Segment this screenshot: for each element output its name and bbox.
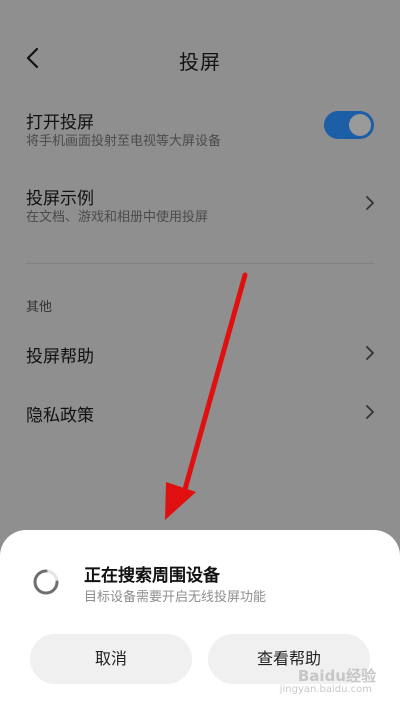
setting-row-cast-examples[interactable]: 投屏示例 在文档、游戏和相册中使用投屏 — [0, 176, 400, 236]
page-title: 投屏 — [179, 50, 221, 74]
enable-cast-toggle[interactable] — [324, 111, 374, 139]
chevron-right-icon — [366, 196, 374, 210]
watermark-logo: Baidu经验 — [297, 667, 376, 685]
divider — [26, 263, 374, 264]
section-label-other: 其他 — [26, 300, 53, 315]
cancel-button[interactable]: 取消 — [30, 634, 192, 684]
chevron-right-icon — [366, 405, 374, 419]
toggle-knob — [349, 114, 371, 136]
sheet-subtitle: 目标设备需要开启无线投屏功能 — [84, 590, 267, 605]
setting-title: 投屏帮助 — [26, 347, 94, 367]
screen-background: 投屏 打开投屏 将手机画面投射至电视等大屏设备 投屏示例 在文档、游戏和相册中使… — [0, 0, 400, 711]
setting-subtitle: 在文档、游戏和相册中使用投屏 — [26, 210, 209, 225]
chevron-right-icon — [366, 346, 374, 360]
sheet-title: 正在搜索周围设备 — [84, 566, 220, 586]
setting-title: 隐私政策 — [26, 406, 94, 426]
header: 投屏 — [0, 30, 400, 88]
setting-row-privacy-policy[interactable]: 隐私政策 — [0, 389, 400, 435]
watermark-url: jingyan.baidu.com — [279, 684, 372, 695]
loading-spinner-icon — [33, 569, 59, 595]
setting-row-cast-help[interactable]: 投屏帮助 — [0, 330, 400, 376]
setting-row-enable-cast[interactable]: 打开投屏 将手机画面投射至电视等大屏设备 — [0, 100, 400, 160]
setting-subtitle: 将手机画面投射至电视等大屏设备 — [26, 134, 222, 149]
